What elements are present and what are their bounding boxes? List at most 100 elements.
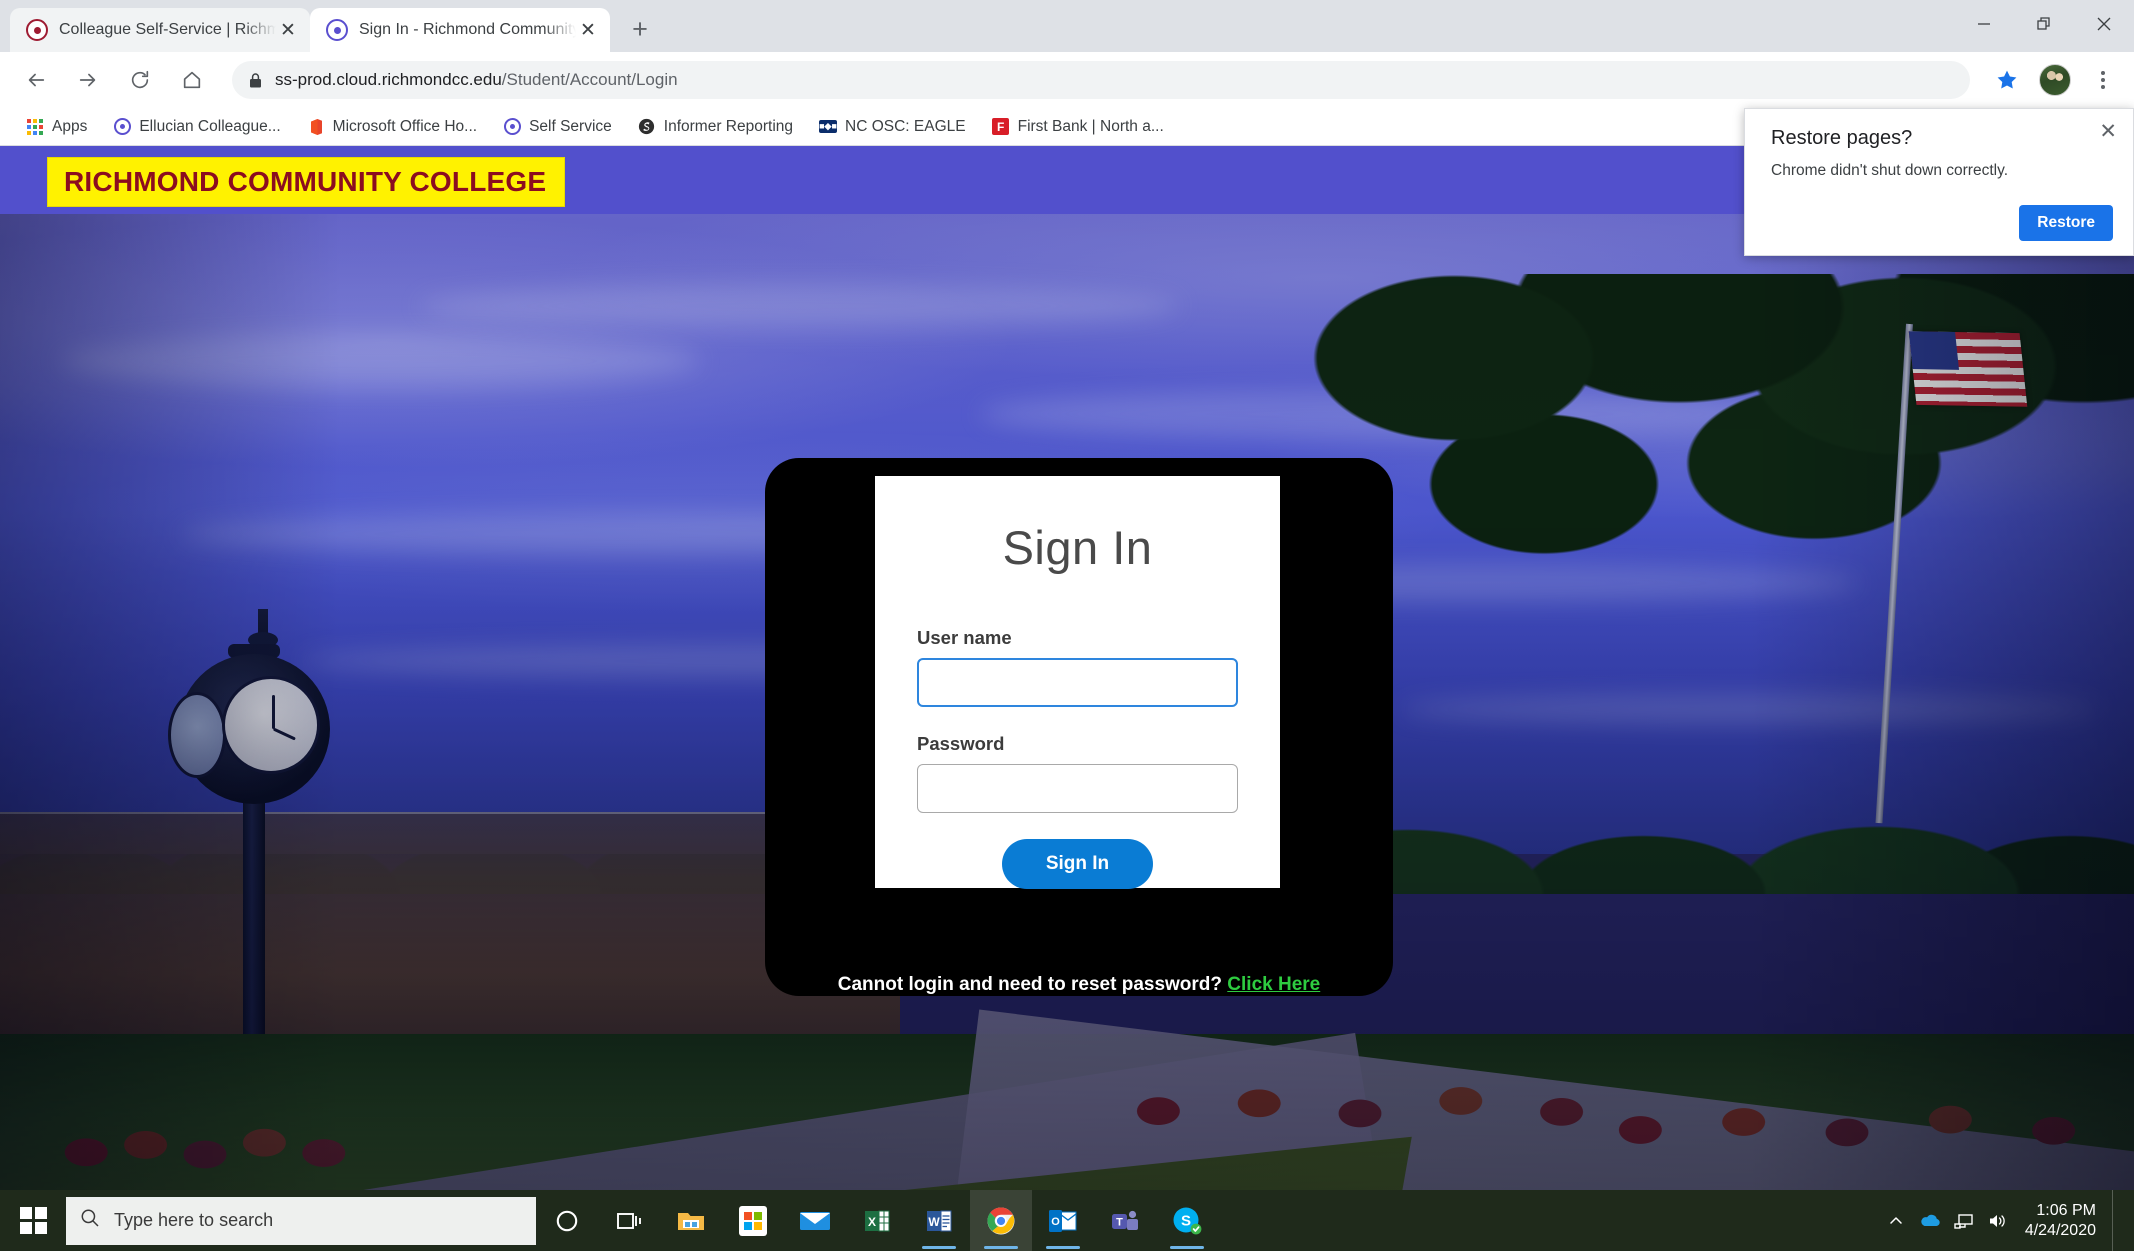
omnibox-path: /Student/Account/Login	[501, 70, 678, 89]
username-field-group: User name	[917, 627, 1238, 707]
clock-face	[222, 676, 320, 774]
signin-submit-button[interactable]: Sign In	[1001, 839, 1154, 889]
file-explorer-icon[interactable]	[660, 1190, 722, 1251]
svg-text:S: S	[1181, 1212, 1191, 1229]
taskbar-search-box[interactable]: Type here to search	[66, 1196, 536, 1245]
ellucian-purple-icon	[326, 19, 348, 41]
address-bar-text: ss-prod.cloud.richmondcc.edu/Student/Acc…	[275, 70, 678, 90]
flowerbed-left	[40, 1119, 370, 1190]
eagle-icon: ■◆■	[819, 120, 838, 133]
username-input[interactable]	[917, 658, 1238, 707]
flowerbed-far-right	[1560, 1094, 2134, 1174]
close-icon[interactable]	[2074, 0, 2134, 48]
task-view-icon[interactable]	[598, 1190, 660, 1251]
svg-text:W: W	[928, 1215, 940, 1229]
ellucian-purple-icon	[503, 118, 521, 136]
taskbar-date: 4/24/2020	[2024, 1221, 2096, 1239]
restore-pages-bubble: ✕ Restore pages? Chrome didn't shut down…	[1744, 108, 2134, 256]
start-button[interactable]	[0, 1190, 66, 1251]
back-arrow-icon[interactable]	[15, 59, 57, 101]
mail-icon[interactable]	[784, 1190, 846, 1251]
college-logo: RICHMOND COMMUNITY COLLEGE	[47, 157, 566, 207]
browser-toolbar: ss-prod.cloud.richmondcc.edu/Student/Acc…	[0, 52, 2134, 108]
bookmark-label: First Bank | North a...	[1017, 117, 1164, 135]
password-input[interactable]	[917, 764, 1238, 813]
taskbar-time: 1:06 PM	[2036, 1201, 2096, 1219]
taskbar-clock[interactable]: 1:06 PM 4/24/2020	[2025, 1201, 2112, 1241]
restore-bubble-body: Chrome didn't shut down correctly.	[1771, 162, 2008, 179]
american-flag-icon	[1908, 331, 2028, 407]
signin-heading: Sign In	[1002, 521, 1153, 574]
outlook-icon[interactable]: O	[1032, 1190, 1094, 1251]
window-controls	[1954, 0, 2134, 48]
windows-taskbar: Type here to search X W O T S 1:06 PM 4/…	[0, 1190, 2134, 1251]
bookmark-label: NC OSC: EAGLE	[845, 117, 966, 135]
word-icon[interactable]: W	[908, 1190, 970, 1251]
chevron-up-icon[interactable]	[1879, 1190, 1913, 1251]
bookmark-label: Self Service	[529, 117, 612, 135]
home-icon[interactable]	[171, 59, 213, 101]
minimize-icon[interactable]	[1954, 0, 2014, 48]
svg-text:O: O	[1051, 1216, 1060, 1228]
password-reset-link[interactable]: Click Here	[1227, 974, 1320, 995]
flowerbed-right	[1080, 1076, 1640, 1154]
new-tab-button[interactable]: +	[620, 9, 660, 49]
signin-card: Sign In User name Password Sign In	[875, 476, 1280, 889]
bookmark-ellucian-colleague[interactable]: Ellucian Colleague...	[113, 113, 281, 141]
browser-tab-sign-in[interactable]: Sign In - Richmond Community C ✕	[310, 8, 610, 52]
tab-close-icon[interactable]: ✕	[276, 18, 300, 42]
cortana-icon[interactable]	[536, 1190, 598, 1251]
star-filled-icon[interactable]	[1986, 59, 2028, 101]
password-label: Password	[917, 733, 1005, 754]
bookmark-first-bank[interactable]: F First Bank | North a...	[992, 113, 1164, 141]
restore-button[interactable]: Restore	[2019, 205, 2113, 241]
college-name: RICHMOND COMMUNITY COLLEGE	[64, 166, 547, 197]
forward-arrow-icon[interactable]	[67, 59, 109, 101]
password-field-group: Password	[917, 733, 1238, 813]
system-tray: 1:06 PM 4/24/2020	[1879, 1190, 2134, 1251]
bookmark-informer-reporting[interactable]: Informer Reporting	[638, 113, 793, 141]
password-reset-line: Cannot login and need to reset password?…	[765, 974, 1393, 996]
onedrive-icon[interactable]	[1913, 1190, 1947, 1251]
ellucian-red-icon	[26, 19, 48, 41]
windows-logo-icon	[19, 1207, 47, 1234]
tab-close-icon[interactable]: ✕	[576, 18, 600, 42]
search-icon	[80, 1208, 100, 1233]
browser-tab-colleague-self-service[interactable]: Colleague Self-Service | Richmond ✕	[10, 8, 310, 52]
bookmark-microsoft-office-home[interactable]: Microsoft Office Ho...	[307, 113, 477, 141]
bookmark-apps[interactable]: Apps	[26, 113, 87, 141]
volume-icon[interactable]	[1981, 1190, 2015, 1251]
show-desktop-button[interactable]	[2112, 1190, 2120, 1251]
tab-title: Sign In - Richmond Community C	[359, 21, 576, 38]
lock-icon	[248, 72, 263, 89]
svg-text:X: X	[868, 1215, 876, 1229]
bookmark-label: Microsoft Office Ho...	[332, 117, 478, 135]
bookmark-label: Informer Reporting	[663, 117, 794, 135]
profile-avatar[interactable]	[2034, 59, 2076, 101]
omnibox-host: ss-prod.cloud.richmondcc.edu	[275, 70, 502, 89]
reload-icon[interactable]	[119, 59, 161, 101]
microsoft-store-icon[interactable]	[722, 1190, 784, 1251]
first-bank-icon: F	[992, 118, 1010, 136]
teams-icon[interactable]: T	[1094, 1190, 1156, 1251]
chrome-icon[interactable]	[970, 1190, 1032, 1251]
close-icon[interactable]: ✕	[2099, 121, 2117, 142]
three-dot-menu-icon[interactable]	[2082, 59, 2124, 101]
tab-title: Colleague Self-Service | Richmond	[59, 21, 276, 38]
bookmark-label: Apps	[52, 117, 88, 135]
bookmark-label: Ellucian Colleague...	[139, 117, 281, 135]
bookmark-self-service[interactable]: Self Service	[503, 113, 612, 141]
informer-icon	[638, 118, 656, 136]
office-icon	[307, 118, 325, 136]
username-label: User name	[917, 627, 1012, 648]
address-bar[interactable]: ss-prod.cloud.richmondcc.edu/Student/Acc…	[232, 61, 1970, 99]
network-icon[interactable]	[1947, 1190, 1981, 1251]
clock-face-side	[168, 692, 226, 778]
tab-strip: Colleague Self-Service | Richmond ✕ Sign…	[0, 0, 2134, 52]
apps-grid-icon	[26, 118, 44, 136]
skype-icon[interactable]: S	[1156, 1190, 1218, 1251]
bookmark-nc-osc-eagle[interactable]: ■◆■ NC OSC: EAGLE	[819, 113, 966, 141]
page-viewport: RICHMOND COMMUNITY COLLEGE Sign In User …	[0, 146, 2134, 1190]
excel-icon[interactable]: X	[846, 1190, 908, 1251]
restore-icon[interactable]	[2014, 0, 2074, 48]
